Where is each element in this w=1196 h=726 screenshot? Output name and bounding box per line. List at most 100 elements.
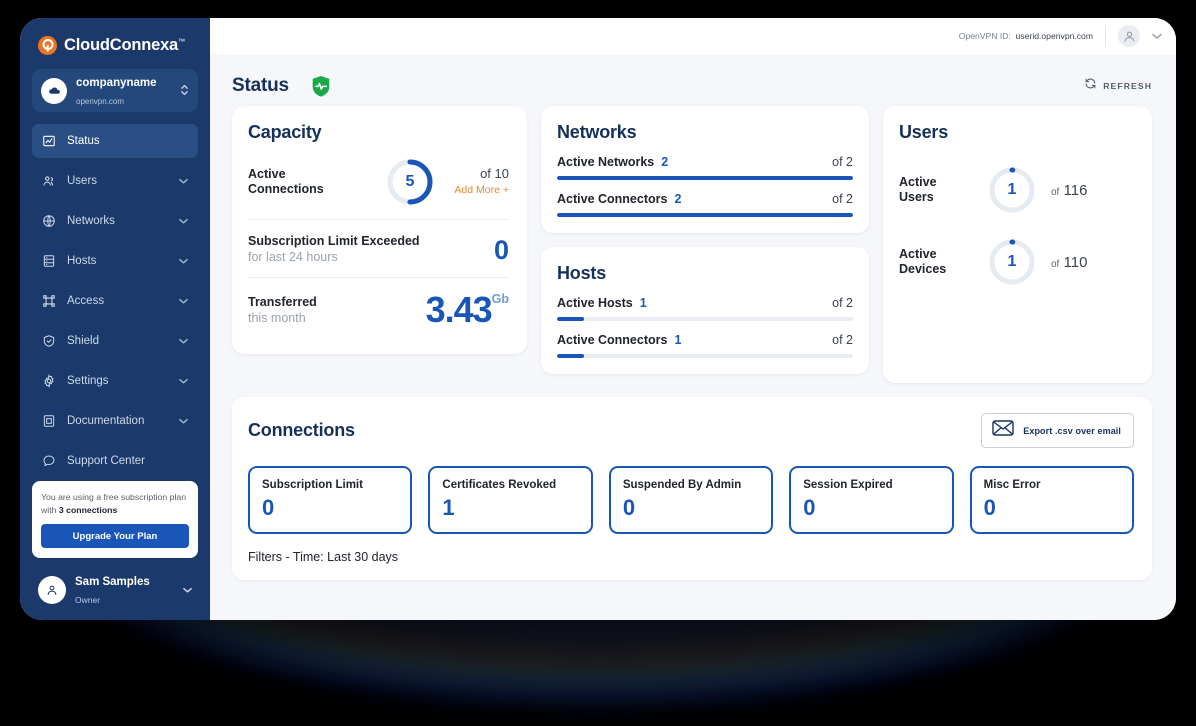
hosts-card: Hosts Active Hosts 1 of 2 Active Connect… — [541, 247, 869, 374]
profile-menu[interactable]: Sam Samples Owner — [32, 568, 198, 612]
sidebar-item-access[interactable]: Access — [32, 284, 198, 318]
brand-name: CloudConnexa™ — [64, 36, 185, 54]
tile-value: 0 — [622, 495, 636, 520]
sidebar-item-status[interactable]: Status — [32, 124, 198, 158]
tile-misc-error[interactable]: Misc Error 0 — [969, 466, 1135, 534]
filters-text: Filters - Time: Last 30 days — [248, 550, 399, 564]
org-switcher[interactable]: companyname openvpn.com — [32, 69, 198, 112]
chevron-down-icon — [183, 585, 192, 595]
active-devices-row: Active Devices 1 of 110 — [899, 237, 1134, 287]
tile-label: Suspended By Admin — [622, 479, 742, 491]
refresh-label: REFRESH — [1103, 81, 1152, 91]
active-networks-head: Active Networks 2 of 2 — [557, 155, 853, 169]
book-icon — [42, 414, 56, 428]
networks-active-connectors-label: Active Connectors — [557, 192, 668, 206]
divider — [1105, 25, 1106, 47]
profile-name: Sam Samples — [75, 576, 150, 588]
active-connections-label: Active Connections — [248, 167, 324, 196]
tile-session-expired[interactable]: Session Expired 0 — [789, 466, 954, 534]
tile-certificates-revoked[interactable]: Certificates Revoked 1 — [428, 466, 593, 534]
active-hosts-head: Active Hosts 1 of 2 — [557, 296, 853, 310]
hosts-title: Hosts — [557, 263, 607, 283]
sidebar-item-shield[interactable]: Shield — [32, 324, 198, 358]
add-more-link[interactable]: Add More + — [435, 182, 509, 198]
subscription-limit-label: Subscription Limit Exceeded — [248, 234, 420, 248]
users-icon — [42, 174, 56, 188]
chevron-down-icon[interactable] — [1152, 31, 1162, 42]
active-networks-row: Active Networks 2 of 2 — [557, 155, 853, 180]
subscription-limit-row: Subscription Limit Exceeded for last 24 … — [248, 219, 509, 277]
active-devices-value: 1 — [1007, 253, 1017, 270]
sidebar-item-hosts[interactable]: Hosts — [32, 244, 198, 278]
hosts-active-connectors-of: of 2 — [832, 333, 853, 347]
export-csv-button[interactable]: Export .csv over email — [981, 413, 1134, 448]
tile-value: 0 — [262, 495, 275, 520]
export-csv-label: Export .csv over email — [1023, 425, 1121, 436]
networks-active-connectors-row: Active Connectors 2 of 2 — [557, 192, 853, 217]
tile-value: 0 — [983, 495, 996, 520]
sidebar-item-users[interactable]: Users — [32, 164, 198, 198]
connections-card: Connections Export .csv over email Subsc… — [232, 397, 1152, 580]
chevron-down-icon — [179, 258, 188, 264]
networks-active-connectors-value: 2 — [674, 192, 682, 206]
chevron-down-icon — [179, 178, 188, 184]
users-title: Users — [899, 122, 949, 142]
sidebar: CloudConnexa™ companyname openvpn.com St… — [20, 18, 210, 620]
active-devices-label: Active Devices — [899, 247, 947, 276]
networks-title: Networks — [557, 122, 637, 142]
active-hosts-label: Active Hosts — [557, 296, 633, 310]
active-connections-donut: 5 — [385, 157, 435, 207]
shield-heartbeat-icon — [311, 75, 331, 98]
tile-suspended-by-admin[interactable]: Suspended By Admin 0 — [608, 466, 774, 534]
transferred-label: Transferred — [248, 294, 317, 309]
envelope-icon — [992, 420, 1014, 441]
sidebar-item-label: Support Center — [67, 455, 145, 467]
tile-label: Subscription Limit — [262, 479, 363, 491]
gear-icon — [42, 374, 56, 388]
sidebar-item-documentation[interactable]: Documentation — [32, 404, 198, 438]
sidebar-item-networks[interactable]: Networks — [32, 204, 198, 238]
profile-role: Owner — [75, 595, 101, 605]
sidebar-item-label: Documentation — [67, 415, 145, 427]
main-content: OpenVPN ID: userid.openvpn.com Status RE… — [210, 18, 1176, 620]
hosts-active-connectors-row: Active Connectors 1 of 2 — [557, 333, 853, 358]
sidebar-item-settings[interactable]: Settings — [32, 364, 198, 398]
stat-cards: Capacity Active Connections 5 of 10 Add … — [232, 106, 1152, 383]
transferred-unit: Gb — [491, 292, 509, 306]
active-devices-of: of 110 — [1051, 253, 1088, 271]
refresh-button[interactable]: REFRESH — [1084, 77, 1152, 95]
tile-label: Certificates Revoked — [442, 479, 557, 491]
hosts-active-connectors-head: Active Connectors 1 of 2 — [557, 333, 853, 347]
chevron-updown-icon — [180, 82, 189, 99]
person-circle-icon[interactable] — [1118, 25, 1140, 47]
tile-label: Misc Error — [983, 479, 1041, 491]
networks-active-connectors-of: of 2 — [832, 192, 853, 206]
progress-fill — [557, 176, 853, 180]
connection-tiles: Subscription Limit 0 Certificates Revoke… — [248, 466, 1135, 534]
active-users-value: 1 — [1007, 181, 1017, 198]
refresh-icon — [1084, 77, 1097, 95]
hosts-active-connectors-label: Active Connectors — [557, 333, 668, 347]
brand-trademark: ™ — [178, 38, 185, 46]
active-users-label: Active Users — [899, 175, 937, 204]
openvpn-id-value: userid.openvpn.com — [1015, 31, 1093, 41]
chevron-down-icon — [179, 378, 188, 384]
connections-header: Connections Export .csv over email — [248, 413, 1134, 448]
networks-active-connectors-head: Active Connectors 2 of 2 — [557, 192, 853, 206]
org-text: companyname openvpn.com — [76, 73, 171, 109]
active-hosts-value: 1 — [639, 296, 647, 310]
active-connections-meta: of 10 Add More + — [435, 166, 509, 198]
org-name: companyname — [76, 76, 157, 89]
active-users-of: of 116 — [1051, 181, 1088, 199]
sidebar-nav: Status Users Networks Hosts Access Shiel… — [20, 124, 210, 484]
topbar: OpenVPN ID: userid.openvpn.com — [210, 18, 1176, 54]
chevron-down-icon — [179, 338, 188, 344]
tile-subscription-limit[interactable]: Subscription Limit 0 — [248, 466, 413, 534]
brand[interactable]: CloudConnexa™ — [20, 18, 210, 69]
sidebar-item-label: Networks — [67, 215, 115, 227]
sidebar-item-label: Shield — [67, 335, 99, 347]
upgrade-plan-button[interactable]: Upgrade Your Plan — [41, 524, 189, 548]
active-connections-value: 5 — [405, 173, 415, 190]
sidebar-item-support-center[interactable]: Support Center — [32, 444, 198, 478]
transferred-value-wrap: 3.43Gb — [426, 292, 509, 328]
